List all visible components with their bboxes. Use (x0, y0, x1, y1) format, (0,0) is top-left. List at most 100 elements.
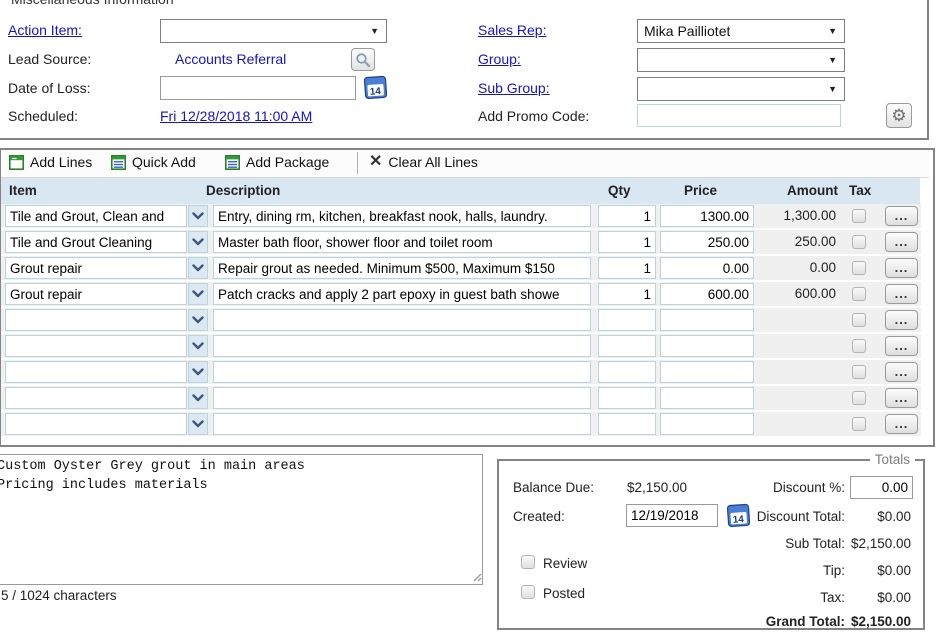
qty-input[interactable] (598, 335, 656, 357)
item-input[interactable] (5, 205, 187, 227)
lead-source-value-link[interactable]: Accounts Referral (175, 51, 286, 67)
row-options-button[interactable]: ... (885, 284, 918, 304)
item-dropdown-button[interactable] (188, 335, 208, 357)
item-input[interactable] (5, 309, 187, 331)
date-of-loss-calendar-button[interactable]: 14 (364, 75, 387, 100)
description-input[interactable] (213, 361, 591, 383)
qty-input[interactable] (598, 387, 656, 409)
action-item-select[interactable]: ▼ (160, 19, 387, 43)
lead-source-search-button[interactable] (351, 48, 375, 71)
row-options-button[interactable]: ... (885, 232, 918, 252)
item-dropdown-button[interactable] (188, 361, 208, 383)
calendar-icon: 14 (364, 75, 387, 100)
scheduled-value-link[interactable]: Fri 12/28/2018 11:00 AM (160, 108, 312, 124)
item-input[interactable] (5, 413, 187, 435)
sub-group-select[interactable]: ▼ (637, 77, 845, 101)
totals-legend: Totals (870, 452, 915, 467)
tax-checkbox[interactable] (852, 287, 866, 301)
posted-checkbox[interactable] (521, 585, 535, 599)
price-input[interactable] (660, 361, 754, 383)
tax-checkbox[interactable] (852, 391, 866, 405)
notes-textarea[interactable]: Custom Oyster Grey grout in main areas P… (0, 454, 483, 585)
sub-total-label: Sub Total: (700, 536, 845, 551)
table-row: 0.00 ... (1, 256, 921, 280)
sub-group-link[interactable]: Sub Group: (478, 80, 550, 96)
row-options-button[interactable]: ... (885, 414, 918, 434)
add-lines-button[interactable]: Add Lines (9, 154, 92, 170)
item-dropdown-button[interactable] (188, 231, 208, 253)
textarea-resize-handle[interactable] (472, 572, 482, 582)
qty-input[interactable] (598, 309, 656, 331)
add-package-button[interactable]: Add Package (225, 154, 329, 170)
clear-all-lines-button[interactable]: ✕ Clear All Lines (369, 154, 478, 170)
item-input[interactable] (5, 335, 187, 357)
item-input[interactable] (5, 387, 187, 409)
chevron-down-icon (192, 342, 204, 350)
price-input[interactable] (660, 413, 754, 435)
qty-input[interactable] (598, 205, 656, 227)
description-input[interactable] (213, 387, 591, 409)
date-of-loss-input[interactable] (160, 76, 356, 100)
balance-due-label: Balance Due: (513, 480, 594, 495)
description-input[interactable] (213, 231, 591, 253)
item-dropdown-button[interactable] (188, 283, 208, 305)
balance-due-value: $2,150.00 (627, 480, 687, 495)
qty-input[interactable] (598, 361, 656, 383)
tax-checkbox[interactable] (852, 235, 866, 249)
review-checkbox[interactable] (521, 555, 535, 569)
item-input[interactable] (5, 361, 187, 383)
group-select[interactable]: ▼ (637, 48, 845, 72)
price-input[interactable] (660, 283, 754, 305)
promo-settings-button[interactable]: ⚙ (886, 103, 912, 128)
description-input[interactable] (213, 309, 591, 331)
item-input[interactable] (5, 257, 187, 279)
description-input[interactable] (213, 257, 591, 279)
price-input[interactable] (660, 257, 754, 279)
item-dropdown-button[interactable] (188, 413, 208, 435)
date-of-loss-label: Date of Loss: (8, 80, 91, 96)
item-dropdown-button[interactable] (188, 387, 208, 409)
tax-checkbox[interactable] (852, 209, 866, 223)
discount-pct-input[interactable] (850, 476, 913, 499)
item-input[interactable] (5, 231, 187, 253)
item-dropdown-button[interactable] (188, 205, 208, 227)
row-options-button[interactable]: ... (885, 362, 918, 382)
price-input[interactable] (660, 335, 754, 357)
item-dropdown-button[interactable] (188, 257, 208, 279)
promo-code-input[interactable] (637, 104, 841, 127)
action-item-link[interactable]: Action Item: (8, 22, 82, 38)
tax-checkbox[interactable] (852, 313, 866, 327)
description-input[interactable] (213, 335, 591, 357)
price-input[interactable] (660, 309, 754, 331)
quick-add-icon (111, 155, 126, 170)
group-link[interactable]: Group: (478, 51, 521, 67)
amount-value: 600.00 (756, 286, 836, 301)
qty-input[interactable] (598, 231, 656, 253)
qty-input[interactable] (598, 413, 656, 435)
price-input[interactable] (660, 231, 754, 253)
row-options-button[interactable]: ... (885, 258, 918, 278)
qty-input[interactable] (598, 283, 656, 305)
table-row: ... (1, 308, 921, 332)
item-input[interactable] (5, 283, 187, 305)
sales-rep-link[interactable]: Sales Rep: (478, 22, 546, 38)
item-dropdown-button[interactable] (188, 309, 208, 331)
tax-checkbox[interactable] (852, 417, 866, 431)
row-options-button[interactable]: ... (885, 310, 918, 330)
tax-checkbox[interactable] (852, 339, 866, 353)
qty-input[interactable] (598, 257, 656, 279)
quick-add-button[interactable]: Quick Add (111, 154, 196, 170)
row-options-button[interactable]: ... (885, 336, 918, 356)
sales-rep-select[interactable]: Mika Pailliotet ▼ (637, 19, 845, 43)
chevron-down-icon (192, 368, 204, 376)
description-input[interactable] (213, 205, 591, 227)
description-input[interactable] (213, 413, 591, 435)
row-options-button[interactable]: ... (885, 206, 918, 226)
tax-checkbox[interactable] (852, 261, 866, 275)
price-input[interactable] (660, 387, 754, 409)
row-options-button[interactable]: ... (885, 388, 918, 408)
table-row: 250.00 ... (1, 230, 921, 254)
description-input[interactable] (213, 283, 591, 305)
price-input[interactable] (660, 205, 754, 227)
tax-checkbox[interactable] (852, 365, 866, 379)
